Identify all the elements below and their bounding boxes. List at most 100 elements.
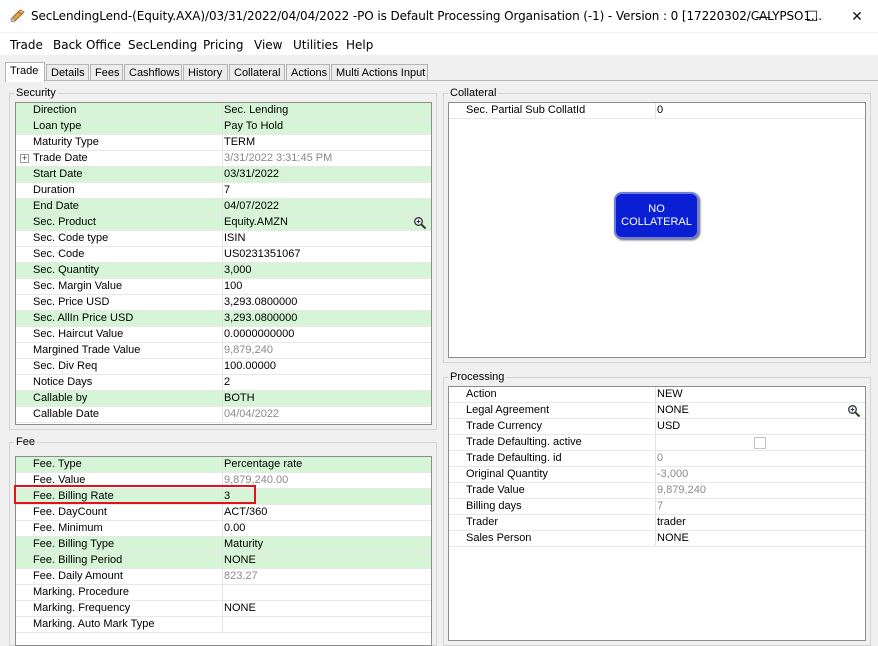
- fee-row-fee-minimum[interactable]: Fee. Minimum 0.00: [16, 521, 431, 537]
- security-row-sec-product[interactable]: Sec. Product Equity.AMZN: [16, 215, 431, 231]
- fee-row-marking-auto-mark-type[interactable]: Marking. Auto Mark Type: [16, 617, 431, 633]
- menu-trade[interactable]: Trade: [10, 38, 43, 52]
- tab-collateral[interactable]: Collateral: [229, 64, 285, 81]
- field-value[interactable]: 0: [657, 452, 663, 464]
- field-value[interactable]: NONE: [224, 554, 256, 566]
- field-value[interactable]: Maturity: [224, 538, 263, 550]
- field-value[interactable]: NONE: [657, 404, 689, 416]
- field-value[interactable]: 2: [224, 376, 230, 388]
- field-value[interactable]: 04/07/2022: [224, 200, 279, 212]
- tab-details[interactable]: Details: [46, 64, 89, 81]
- processing-row-original-quantity[interactable]: Original Quantity -3,000: [449, 467, 865, 483]
- processing-row-trade-defaulting-active[interactable]: Trade Defaulting. active: [449, 435, 865, 451]
- field-value[interactable]: 3/31/2022 3:31:45 PM: [224, 152, 332, 164]
- security-row-trade-date[interactable]: + Trade Date 3/31/2022 3:31:45 PM: [16, 151, 431, 167]
- field-value[interactable]: 3,293.0800000: [224, 312, 297, 324]
- security-row-loan-type[interactable]: Loan type Pay To Hold: [16, 119, 431, 135]
- security-row-margined-trade-value[interactable]: Margined Trade Value 9,879,240: [16, 343, 431, 359]
- field-value[interactable]: NEW: [657, 388, 683, 400]
- close-button[interactable]: ✕: [834, 0, 878, 32]
- field-value[interactable]: Pay To Hold: [224, 120, 283, 132]
- expand-icon[interactable]: +: [20, 154, 29, 163]
- security-row-notice-days[interactable]: Notice Days 2: [16, 375, 431, 391]
- security-row-sec-haircut-value[interactable]: Sec. Haircut Value 0.0000000000: [16, 327, 431, 343]
- processing-row-sales-person[interactable]: Sales Person NONE: [449, 531, 865, 547]
- field-value[interactable]: 0.0000000000: [224, 328, 294, 340]
- field-value[interactable]: TERM: [224, 136, 255, 148]
- security-row-sec-price-usd[interactable]: Sec. Price USD 3,293.0800000: [16, 295, 431, 311]
- field-value[interactable]: 100.00000: [224, 360, 276, 372]
- menu-view[interactable]: View: [254, 38, 282, 52]
- processing-row-legal-agreement[interactable]: Legal Agreement NONE: [449, 403, 865, 419]
- field-value[interactable]: 0.00: [224, 522, 245, 534]
- field-value[interactable]: ACT/360: [224, 506, 267, 518]
- security-row-sec-quantity[interactable]: Sec. Quantity 3,000: [16, 263, 431, 279]
- security-row-start-date[interactable]: Start Date 03/31/2022: [16, 167, 431, 183]
- field-value[interactable]: 04/04/2022: [224, 408, 279, 420]
- field-value[interactable]: 9,879,240: [657, 484, 706, 496]
- field-value[interactable]: 823.27: [224, 570, 258, 582]
- maximize-button[interactable]: ☐: [789, 0, 835, 32]
- menu-pricing[interactable]: Pricing: [203, 38, 243, 52]
- field-value[interactable]: 3,293.0800000: [224, 296, 297, 308]
- field-value[interactable]: US0231351067: [224, 248, 300, 260]
- menu-help[interactable]: Help: [346, 38, 373, 52]
- fee-row-marking-procedure[interactable]: Marking. Procedure: [16, 585, 431, 601]
- security-row-callable-by[interactable]: Callable by BOTH: [16, 391, 431, 407]
- menu-utilities[interactable]: Utilities: [293, 38, 338, 52]
- security-row-end-date[interactable]: End Date 04/07/2022: [16, 199, 431, 215]
- tab-history[interactable]: History: [183, 64, 228, 81]
- field-value[interactable]: 7: [224, 184, 230, 196]
- no-collateral-button[interactable]: NO COLLATERAL: [614, 192, 699, 239]
- menu-seclending[interactable]: SecLending: [128, 38, 197, 52]
- magnifier-icon[interactable]: [847, 404, 861, 418]
- magnifier-icon[interactable]: [413, 216, 427, 230]
- security-row-sec-code-type[interactable]: Sec. Code type ISIN: [16, 231, 431, 247]
- minimize-button[interactable]: —: [740, 0, 786, 32]
- field-value[interactable]: Equity.AMZN: [224, 216, 288, 228]
- field-value[interactable]: -3,000: [657, 468, 688, 480]
- field-value[interactable]: 100: [224, 280, 242, 292]
- security-row-maturity-type[interactable]: Maturity Type TERM: [16, 135, 431, 151]
- tab-actions[interactable]: Actions: [286, 64, 330, 81]
- security-row-callable-date[interactable]: Callable Date 04/04/2022: [16, 407, 431, 423]
- field-value[interactable]: ISIN: [224, 232, 245, 244]
- tab-fees[interactable]: Fees: [90, 64, 123, 81]
- fee-row-fee-billing-period[interactable]: Fee. Billing Period NONE: [16, 553, 431, 569]
- fee-row-fee-type[interactable]: Fee. Type Percentage rate: [16, 457, 431, 473]
- tab-trade[interactable]: Trade: [5, 62, 45, 82]
- security-row-sec-code[interactable]: Sec. Code US0231351067: [16, 247, 431, 263]
- fee-row-fee-daily-amount[interactable]: Fee. Daily Amount 823.27: [16, 569, 431, 585]
- menu-back-office[interactable]: Back Office: [53, 38, 121, 52]
- collateral-row-sec-partial-sub-collatid[interactable]: Sec. Partial Sub CollatId 0: [449, 103, 865, 119]
- security-row-duration[interactable]: Duration 7: [16, 183, 431, 199]
- security-row-sec-div-req[interactable]: Sec. Div Req 100.00000: [16, 359, 431, 375]
- field-value[interactable]: BOTH: [224, 392, 255, 404]
- fee-row-marking-frequency[interactable]: Marking. Frequency NONE: [16, 601, 431, 617]
- processing-row-trade-defaulting-id[interactable]: Trade Defaulting. id 0: [449, 451, 865, 467]
- processing-row-trade-currency[interactable]: Trade Currency USD: [449, 419, 865, 435]
- security-row-direction[interactable]: Direction Sec. Lending: [16, 103, 431, 119]
- processing-row-billing-days[interactable]: Billing days 7: [449, 499, 865, 515]
- security-row-sec-allin-price-usd[interactable]: Sec. AllIn Price USD 3,293.0800000: [16, 311, 431, 327]
- field-value[interactable]: Sec. Lending: [224, 104, 288, 116]
- tab-multi-actions-input[interactable]: Multi Actions Input: [331, 64, 428, 81]
- processing-row-action[interactable]: Action NEW: [449, 387, 865, 403]
- field-value[interactable]: 7: [657, 500, 663, 512]
- processing-row-trader[interactable]: Trader trader: [449, 515, 865, 531]
- processing-row-trade-value[interactable]: Trade Value 9,879,240: [449, 483, 865, 499]
- fee-row-fee-billing-type[interactable]: Fee. Billing Type Maturity: [16, 537, 431, 553]
- fee-row-fee-daycount[interactable]: Fee. DayCount ACT/360: [16, 505, 431, 521]
- field-value[interactable]: USD: [657, 420, 680, 432]
- field-value[interactable]: NONE: [224, 602, 256, 614]
- field-value[interactable]: 0: [657, 104, 663, 116]
- checkbox[interactable]: [754, 437, 766, 449]
- field-value[interactable]: 3,000: [224, 264, 252, 276]
- tab-cashflows[interactable]: Cashflows: [124, 64, 182, 81]
- field-value[interactable]: 9,879,240: [224, 344, 273, 356]
- field-value[interactable]: 03/31/2022: [224, 168, 279, 180]
- field-value[interactable]: trader: [657, 516, 686, 528]
- field-value[interactable]: Percentage rate: [224, 458, 302, 470]
- field-value[interactable]: NONE: [657, 532, 689, 544]
- security-row-sec-margin-value[interactable]: Sec. Margin Value 100: [16, 279, 431, 295]
